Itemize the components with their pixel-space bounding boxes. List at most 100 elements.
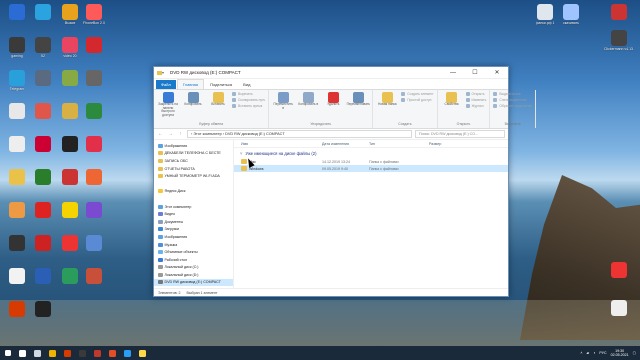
title-bar[interactable]: ▾ DVD RW дисковод (E:) COMPACT — ☐ ✕: [154, 67, 508, 79]
minimize-button[interactable]: —: [442, 67, 464, 79]
ribbon-small-button[interactable]: Открыть: [465, 92, 487, 96]
ribbon-small-button[interactable]: Простой доступ: [401, 98, 433, 102]
nav-item[interactable]: Документы: [154, 218, 233, 226]
desktop-icon[interactable]: [28, 4, 58, 36]
desktop-icon[interactable]: Clickermann v4.13.014: [604, 30, 634, 62]
desktop-icon[interactable]: скачивать: [556, 4, 586, 36]
taskbar-app-icon[interactable]: [30, 346, 45, 360]
ribbon-small-button[interactable]: Журнал: [465, 104, 487, 108]
desktop-icon[interactable]: [79, 169, 109, 201]
nav-item[interactable]: ДЕКАБЕЛИ ТЕЛЕФОНА С БЕСТЕ: [154, 150, 233, 158]
ribbon-button[interactable]: Новая папка: [376, 92, 398, 107]
back-arrow-icon[interactable]: ←: [157, 131, 164, 137]
desktop-icon[interactable]: [79, 37, 109, 69]
nav-item-label: DVD RW дисковод (E:) COMPACT: [164, 280, 221, 285]
group-header[interactable]: ˅ Уже имеющиеся на диске файлы (2): [234, 148, 508, 158]
ribbon-button[interactable]: Удалить: [322, 92, 344, 107]
tray-chevron-icon[interactable]: ˄: [580, 351, 582, 355]
nav-item[interactable]: Рабочий стол: [154, 256, 233, 264]
nav-item[interactable]: Загрузки: [154, 226, 233, 234]
ribbon-button[interactable]: Копировать в: [297, 92, 319, 107]
ribbon-button[interactable]: Копировать: [182, 92, 204, 107]
desktop-icon[interactable]: [28, 202, 58, 234]
taskbar-app-icon[interactable]: [45, 346, 60, 360]
column-date[interactable]: Дата изменения: [322, 142, 369, 146]
nav-item[interactable]: УМНЫЙ ТЕРМОМЕТР WI-FI ADA: [154, 172, 233, 180]
ribbon-small-button[interactable]: Обратить выделение: [493, 104, 532, 108]
desktop-icon[interactable]: [79, 235, 109, 267]
start-button[interactable]: [0, 346, 15, 360]
ribbon-small-button[interactable]: Снять выделение: [493, 98, 532, 102]
ribbon-small-button[interactable]: Выделить все: [493, 92, 532, 96]
desktop-icon[interactable]: [79, 202, 109, 234]
desktop-icon[interactable]: [79, 268, 109, 300]
nav-item[interactable]: Яндекс.Диск: [154, 188, 233, 196]
desktop-icon[interactable]: [604, 262, 634, 294]
taskbar-app-icon[interactable]: [90, 346, 105, 360]
nav-item[interactable]: Изображения: [154, 142, 233, 150]
taskbar-app-icon[interactable]: [75, 346, 90, 360]
nav-item[interactable]: Этот компьютер: [154, 203, 233, 211]
close-button[interactable]: ✕: [486, 67, 508, 79]
desktop-icon[interactable]: [28, 169, 58, 201]
nav-item[interactable]: Видео: [154, 210, 233, 218]
ribbon-button[interactable]: Переместить в: [272, 92, 294, 110]
tab-file[interactable]: Файл: [156, 80, 176, 89]
nav-item[interactable]: DVD RW дисковод (E:) COMPACT: [154, 278, 233, 287]
desktop-icon[interactable]: [604, 300, 634, 332]
column-size[interactable]: Размер: [429, 142, 441, 146]
desktop-icon[interactable]: [28, 103, 58, 135]
nav-item[interactable]: Музыка: [154, 241, 233, 249]
desktop-icon[interactable]: [28, 268, 58, 300]
desktop-icon[interactable]: [79, 70, 109, 102]
desktop-icon[interactable]: FhoneBox 2.0: [79, 4, 109, 36]
forward-arrow-icon[interactable]: →: [167, 131, 174, 137]
ribbon-small-button[interactable]: Изменить: [465, 98, 486, 102]
clock[interactable]: 19:30 02.05.2021: [611, 349, 629, 357]
ribbon-small-button[interactable]: Скопировать путь: [232, 98, 265, 102]
desktop-icon[interactable]: 52: [28, 37, 58, 69]
nav-item[interactable]: ЗАПИСЬ ОБС: [154, 157, 233, 165]
nav-item[interactable]: Изображения: [154, 233, 233, 241]
file-row[interactable]: Mac 14.12.2019 13:24 Папка с файлами: [234, 158, 508, 165]
ribbon-button[interactable]: Закрепить на панели быстрого доступа: [157, 92, 179, 117]
language-indicator[interactable]: РУС: [599, 351, 606, 355]
nav-item[interactable]: Mac: [154, 286, 233, 288]
nav-item[interactable]: ОТЧЕТЫ РАБОТА: [154, 165, 233, 173]
nav-item[interactable]: Локальный диск (C:): [154, 264, 233, 272]
maximize-button[interactable]: ☐: [464, 67, 486, 79]
desktop-icon[interactable]: [28, 235, 58, 267]
ribbon-small-label: Простой доступ: [407, 98, 432, 102]
nav-item[interactable]: Локальный диск (D:): [154, 271, 233, 279]
tab-share[interactable]: Поделиться: [205, 80, 237, 89]
taskbar-app-icon[interactable]: [135, 346, 150, 360]
desktop-icon[interactable]: [28, 136, 58, 168]
ribbon-small-button[interactable]: Вырезать: [232, 92, 265, 96]
taskbar-app-icon[interactable]: [15, 346, 30, 360]
search-input[interactable]: Поиск: DVD RW дисковод (E:) CO...: [415, 130, 505, 138]
ribbon-small-button[interactable]: Вставить ярлык: [232, 104, 265, 108]
up-arrow-icon[interactable]: ↑: [177, 131, 184, 137]
taskbar-app-icon[interactable]: [60, 346, 75, 360]
desktop-icon[interactable]: [79, 136, 109, 168]
tab-view[interactable]: Вид: [238, 80, 255, 89]
taskbar-app-icon[interactable]: [105, 346, 120, 360]
taskbar-app-icon[interactable]: [120, 346, 135, 360]
file-row[interactable]: Windows 09.05.2019 9:40 Папка с файлами: [234, 165, 508, 172]
desktop-icon[interactable]: [79, 103, 109, 135]
address-bar[interactable]: › Этот компьютер › DVD RW дисковод (E:) …: [187, 130, 412, 138]
column-name[interactable]: Имя: [234, 142, 322, 146]
column-type[interactable]: Тип: [369, 142, 429, 146]
network-icon[interactable]: ▰: [586, 351, 589, 355]
volume-icon[interactable]: ◖: [593, 351, 595, 355]
notification-icon[interactable]: ▢: [633, 351, 636, 355]
ribbon-button[interactable]: Вставить: [207, 92, 229, 107]
desktop-icon[interactable]: [28, 70, 58, 102]
desktop-icon[interactable]: [28, 301, 58, 333]
ribbon-button[interactable]: Переименовать: [347, 92, 370, 107]
nav-item[interactable]: Объемные объекты: [154, 248, 233, 256]
quick-access-toolbar[interactable]: ▾: [162, 70, 164, 75]
ribbon-button[interactable]: Свойства: [441, 92, 463, 107]
ribbon-small-button[interactable]: Создать элемент: [401, 92, 434, 96]
tab-home[interactable]: Главная: [176, 79, 205, 89]
